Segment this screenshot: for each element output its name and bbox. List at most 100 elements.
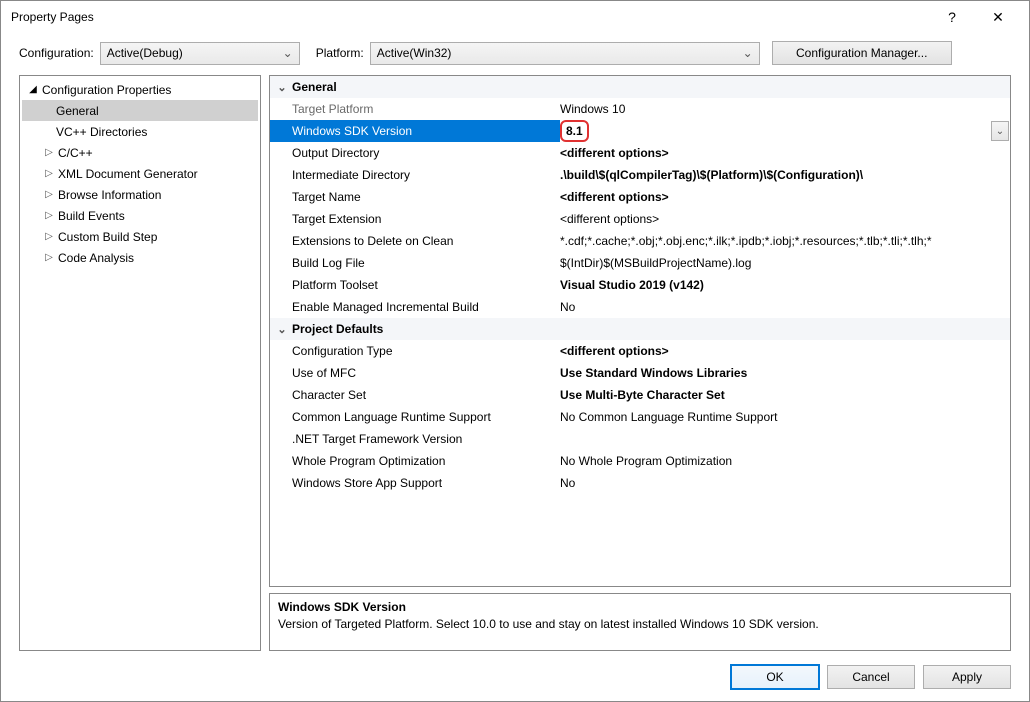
expand-icon[interactable]: ▷ bbox=[42, 147, 56, 158]
platform-dropdown[interactable]: Active(Win32) ⌄ bbox=[370, 42, 760, 65]
description-panel: Windows SDK Version Version of Targeted … bbox=[269, 593, 1011, 651]
property-value[interactable]: *.cdf;*.cache;*.obj;*.obj.enc;*.ilk;*.ip… bbox=[560, 234, 1010, 248]
property-name: Configuration Type bbox=[292, 344, 560, 358]
main-area: ◢ Configuration Properties General VC++ D… bbox=[1, 75, 1029, 659]
expand-icon[interactable]: ▷ bbox=[42, 231, 56, 242]
property-value[interactable]: No bbox=[560, 476, 1010, 490]
property-pages-dialog: Property Pages ? ✕ Configuration: Active… bbox=[0, 0, 1030, 702]
platform-value: Active(Win32) bbox=[377, 46, 735, 60]
tree-item-label: XML Document Generator bbox=[58, 167, 198, 181]
property-row[interactable]: Extensions to Delete on Clean*.cdf;*.cac… bbox=[270, 230, 1010, 252]
property-value[interactable]: Use Multi-Byte Character Set bbox=[560, 388, 1010, 402]
tree-item[interactable]: ▷C/C++ bbox=[22, 142, 258, 163]
collapse-icon[interactable]: ⌄ bbox=[272, 81, 292, 94]
property-name: Windows Store App Support bbox=[292, 476, 560, 490]
property-row[interactable]: Whole Program OptimizationNo Whole Progr… bbox=[270, 450, 1010, 472]
property-value[interactable]: <different options> bbox=[560, 146, 1010, 160]
configuration-dropdown[interactable]: Active(Debug) ⌄ bbox=[100, 42, 300, 65]
property-row[interactable]: Target Extension<different options> bbox=[270, 208, 1010, 230]
property-value[interactable]: <different options> bbox=[560, 190, 1010, 204]
tree-item[interactable]: General bbox=[22, 100, 258, 121]
property-name: Target Platform bbox=[292, 102, 560, 116]
property-group-header[interactable]: ⌄General bbox=[270, 76, 1010, 98]
tree-item[interactable]: ▷Code Analysis bbox=[22, 247, 258, 268]
tree-item-label: Browse Information bbox=[58, 188, 161, 202]
group-title: Project Defaults bbox=[292, 322, 383, 336]
expand-icon[interactable]: ▷ bbox=[42, 210, 56, 221]
tree-item-label: Build Events bbox=[58, 209, 125, 223]
expand-icon[interactable]: ▷ bbox=[42, 168, 56, 179]
property-name: .NET Target Framework Version bbox=[292, 432, 560, 446]
property-row[interactable]: Build Log File$(IntDir)$(MSBuildProjectN… bbox=[270, 252, 1010, 274]
property-row[interactable]: Configuration Type<different options> bbox=[270, 340, 1010, 362]
description-title: Windows SDK Version bbox=[278, 600, 1002, 614]
property-row[interactable]: Enable Managed Incremental BuildNo bbox=[270, 296, 1010, 318]
dropdown-arrow-icon[interactable]: ⌄ bbox=[991, 121, 1009, 141]
property-group-header[interactable]: ⌄Project Defaults bbox=[270, 318, 1010, 340]
platform-label: Platform: bbox=[316, 46, 364, 60]
configuration-manager-button[interactable]: Configuration Manager... bbox=[772, 41, 952, 65]
right-panel: ⌄GeneralTarget PlatformWindows 10Windows… bbox=[269, 75, 1011, 651]
collapse-icon[interactable]: ⌄ bbox=[272, 323, 292, 336]
chevron-down-icon: ⌄ bbox=[275, 46, 293, 60]
property-row[interactable]: Output Directory<different options> bbox=[270, 142, 1010, 164]
tree-item[interactable]: ▷Build Events bbox=[22, 205, 258, 226]
property-name: Extensions to Delete on Clean bbox=[292, 234, 560, 248]
property-name: Target Name bbox=[292, 190, 560, 204]
property-row[interactable]: Common Language Runtime SupportNo Common… bbox=[270, 406, 1010, 428]
tree-item-label: C/C++ bbox=[58, 146, 93, 160]
property-name: Target Extension bbox=[292, 212, 560, 226]
tree-item-label: Custom Build Step bbox=[58, 230, 157, 244]
tree-item[interactable]: ▷XML Document Generator bbox=[22, 163, 258, 184]
apply-button[interactable]: Apply bbox=[923, 665, 1011, 689]
expand-icon[interactable]: ▷ bbox=[42, 189, 56, 200]
chevron-down-icon: ⌄ bbox=[735, 46, 753, 60]
tree-item[interactable]: ▷Custom Build Step bbox=[22, 226, 258, 247]
help-button[interactable]: ? bbox=[929, 2, 975, 32]
property-name: Use of MFC bbox=[292, 366, 560, 380]
property-name: Whole Program Optimization bbox=[292, 454, 560, 468]
collapse-icon[interactable]: ◢ bbox=[26, 84, 40, 95]
property-row[interactable]: Target Name<different options> bbox=[270, 186, 1010, 208]
property-value[interactable]: Windows 10 bbox=[560, 102, 1010, 116]
property-value[interactable]: Use Standard Windows Libraries bbox=[560, 366, 1010, 380]
property-value[interactable]: No Whole Program Optimization bbox=[560, 454, 1010, 468]
ok-button[interactable]: OK bbox=[731, 665, 819, 689]
property-row[interactable]: .NET Target Framework Version bbox=[270, 428, 1010, 450]
property-row[interactable]: Intermediate Directory.\build\$(qlCompil… bbox=[270, 164, 1010, 186]
tree-item[interactable]: ▷Browse Information bbox=[22, 184, 258, 205]
property-grid: ⌄GeneralTarget PlatformWindows 10Windows… bbox=[269, 75, 1011, 587]
property-name: Windows SDK Version bbox=[292, 124, 560, 138]
tree-item[interactable]: VC++ Directories bbox=[22, 121, 258, 142]
highlighted-value: 8.1 bbox=[560, 120, 589, 142]
property-value[interactable]: No bbox=[560, 300, 1010, 314]
description-text: Version of Targeted Platform. Select 10.… bbox=[278, 617, 1002, 631]
property-value[interactable]: <different options> bbox=[560, 344, 1010, 358]
property-row[interactable]: Target PlatformWindows 10 bbox=[270, 98, 1010, 120]
tree-item-label: VC++ Directories bbox=[56, 125, 147, 139]
property-value[interactable]: <different options> bbox=[560, 212, 1010, 226]
cancel-button[interactable]: Cancel bbox=[827, 665, 915, 689]
property-value[interactable]: No Common Language Runtime Support bbox=[560, 410, 1010, 424]
close-button[interactable]: ✕ bbox=[975, 2, 1021, 32]
property-value[interactable]: .\build\$(qlCompilerTag)\$(Platform)\$(C… bbox=[560, 168, 1010, 182]
property-name: Enable Managed Incremental Build bbox=[292, 300, 560, 314]
property-value[interactable]: Visual Studio 2019 (v142) bbox=[560, 278, 1010, 292]
property-name: Platform Toolset bbox=[292, 278, 560, 292]
property-name: Character Set bbox=[292, 388, 560, 402]
dialog-button-bar: OK Cancel Apply bbox=[1, 659, 1029, 701]
property-value[interactable]: $(IntDir)$(MSBuildProjectName).log bbox=[560, 256, 1010, 270]
tree-root[interactable]: ◢ Configuration Properties bbox=[22, 79, 258, 100]
property-row[interactable]: Use of MFCUse Standard Windows Libraries bbox=[270, 362, 1010, 384]
window-title: Property Pages bbox=[11, 10, 929, 24]
property-row[interactable]: Windows SDK Version8.1 ⌄ bbox=[270, 120, 1010, 142]
property-row[interactable]: Character SetUse Multi-Byte Character Se… bbox=[270, 384, 1010, 406]
configuration-label: Configuration: bbox=[19, 46, 94, 60]
property-row[interactable]: Platform ToolsetVisual Studio 2019 (v142… bbox=[270, 274, 1010, 296]
property-row[interactable]: Windows Store App SupportNo bbox=[270, 472, 1010, 494]
property-name: Output Directory bbox=[292, 146, 560, 160]
group-title: General bbox=[292, 80, 337, 94]
expand-icon[interactable]: ▷ bbox=[42, 252, 56, 263]
property-value[interactable]: 8.1 bbox=[560, 120, 1010, 142]
property-name: Common Language Runtime Support bbox=[292, 410, 560, 424]
